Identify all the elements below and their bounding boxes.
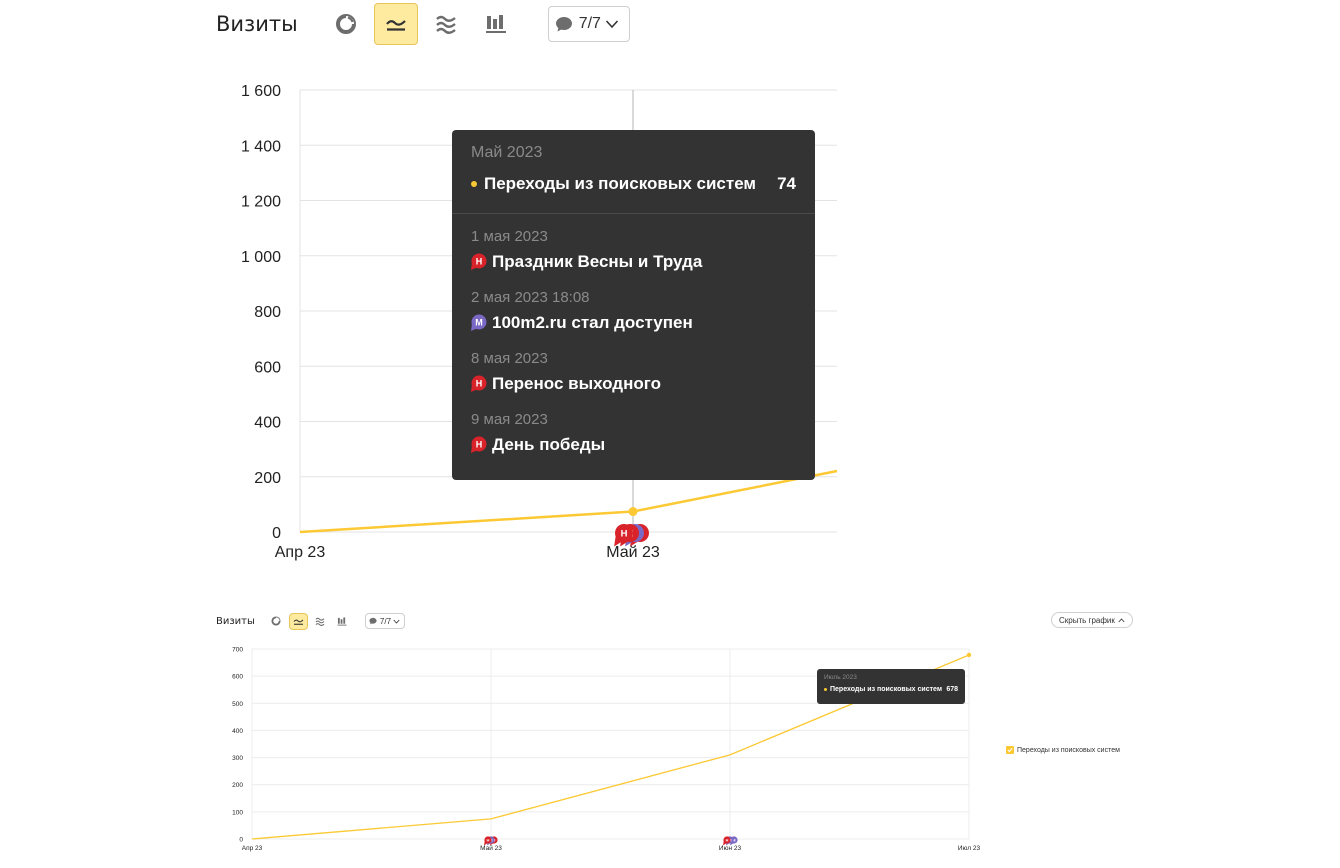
- x-tick-label: Июл 23: [958, 845, 981, 852]
- y-tick-label: 200: [232, 782, 243, 789]
- marker-letter: Н: [487, 838, 490, 842]
- y-tick-label: 700: [232, 647, 243, 654]
- legend-label: Переходы из поисковых систем: [1017, 746, 1120, 754]
- tooltip-small-date: Июль 2023: [824, 674, 857, 681]
- series-dot-icon: [824, 687, 827, 691]
- y-tick-label: 600: [232, 674, 243, 681]
- hover-point: [966, 652, 972, 658]
- y-tick-label: 400: [232, 728, 243, 735]
- tooltip-small-series-label: Переходы из поисковых систем: [830, 686, 942, 693]
- chart-tooltip-small: Июль 2023 Переходы из поисковых систем 6…: [817, 669, 965, 704]
- y-tick-label: 300: [232, 755, 243, 762]
- tooltip-small-value: 678: [946, 686, 958, 693]
- x-tick-label: Май 23: [480, 844, 502, 852]
- tooltip-small-series-row: Переходы из поисковых систем 678: [824, 686, 958, 693]
- y-tick-label: 500: [232, 701, 243, 708]
- checkmark-icon: [1007, 747, 1013, 753]
- marker-letter: Н: [726, 838, 729, 842]
- legend-item[interactable]: Переходы из поисковых систем: [1006, 746, 1120, 754]
- y-tick-label: 100: [232, 809, 243, 816]
- legend-checkbox[interactable]: [1006, 746, 1014, 754]
- y-tick-label: 0: [239, 837, 243, 844]
- x-tick-label: Июн 23: [719, 845, 742, 852]
- x-tick-label: Апр 23: [242, 845, 263, 852]
- visits-line-chart-full: 0 100 200 300 400 500 600 700 Апр 23 Май 23 Июн 23…: [232, 647, 981, 853]
